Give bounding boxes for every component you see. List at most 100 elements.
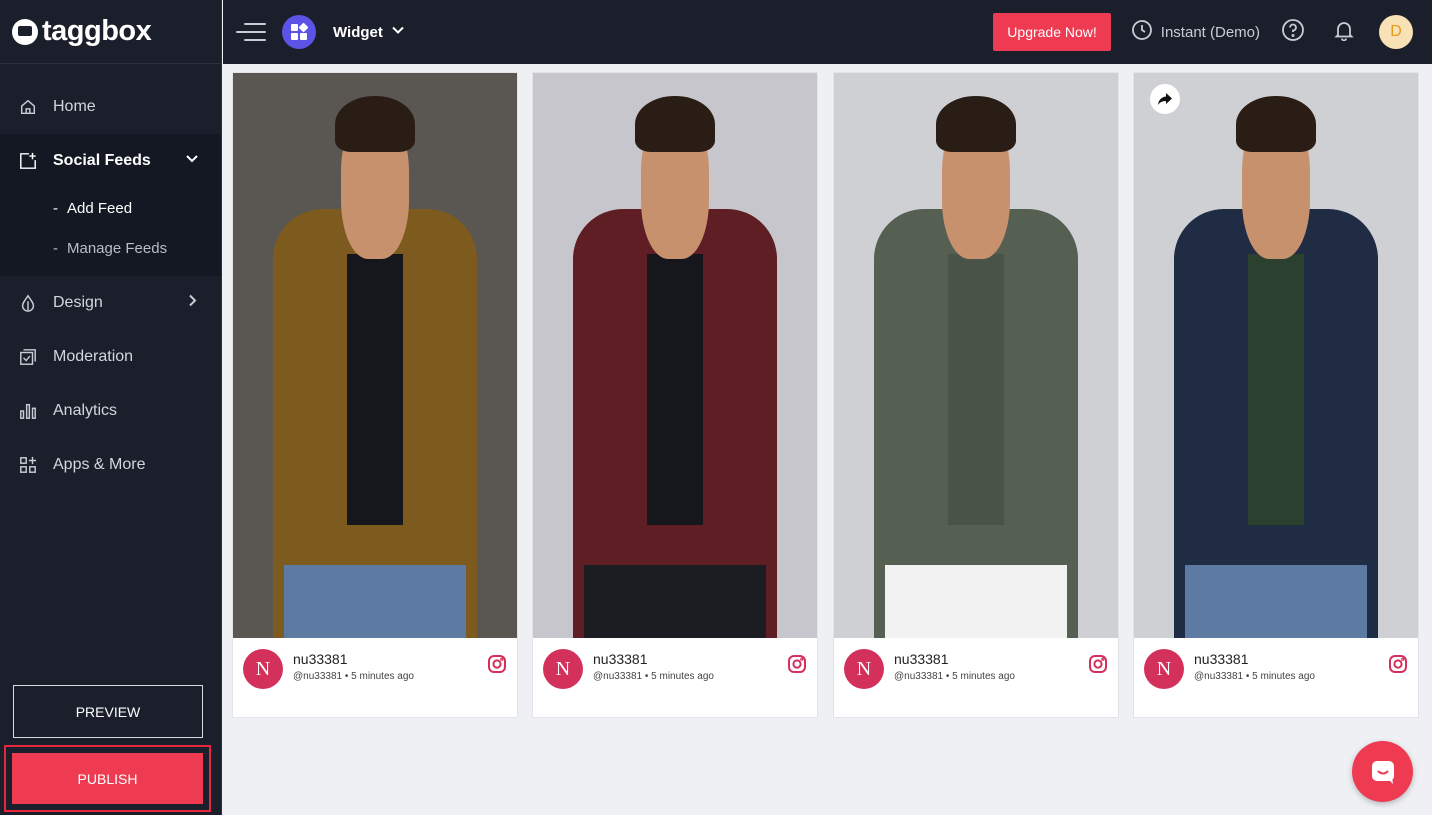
social-feeds-submenu: - Add Feed - Manage Feeds [0, 188, 221, 276]
sidebar-subitem-manage-feeds[interactable]: - Manage Feeds [0, 228, 221, 268]
post-image[interactable] [533, 73, 817, 638]
top-right-actions: Upgrade Now! Instant (Demo) D [993, 0, 1432, 64]
instagram-icon[interactable] [487, 654, 507, 679]
shirt-shape [646, 253, 704, 525]
hair-shape [1236, 95, 1316, 153]
add-feed-icon [18, 151, 38, 171]
jeans-shape [885, 564, 1067, 638]
author-handle-time: @nu33381 • 5 minutes ago [593, 671, 714, 682]
chat-launcher-icon[interactable] [1352, 741, 1413, 802]
sidebar-item-label: Design [53, 294, 103, 311]
post-image[interactable] [233, 73, 517, 638]
post-time: 5 minutes ago [351, 671, 414, 682]
sidebar-item-label: Social Feeds [53, 152, 151, 169]
hair-shape [335, 95, 415, 153]
author-avatar[interactable]: N [844, 649, 884, 689]
author-avatar[interactable]: N [1144, 649, 1184, 689]
sidebar-item-home[interactable]: Home [0, 80, 221, 134]
dash-icon: - [53, 199, 58, 217]
post-image[interactable] [834, 73, 1118, 638]
author-avatar[interactable]: N [243, 649, 283, 689]
menu-line [244, 23, 266, 25]
taggbox-logo[interactable]: taggbox [0, 0, 221, 64]
moderation-icon [18, 347, 38, 367]
chevron-right-icon [185, 294, 199, 313]
author-name[interactable]: nu33381 [1194, 651, 1249, 667]
chevron-down-icon [185, 152, 199, 171]
author-handle: @nu33381 [593, 671, 643, 682]
author-avatar[interactable]: N [543, 649, 583, 689]
sidebar-item-label: Moderation [53, 348, 134, 365]
top-bar: Widget Upgrade Now! Instant (Demo) D [223, 0, 1432, 64]
sidebar-item-label: Analytics [53, 402, 118, 419]
author-handle: @nu33381 [293, 671, 343, 682]
publish-button[interactable]: PUBLISH [12, 753, 203, 804]
home-icon [18, 97, 38, 117]
author-handle-time: @nu33381 • 5 minutes ago [293, 671, 414, 682]
menu-line [236, 31, 266, 33]
sidebar-subitem-add-feed[interactable]: - Add Feed [0, 188, 221, 228]
clock-icon [1131, 19, 1153, 46]
analytics-icon [18, 401, 38, 421]
chevron-down-icon[interactable] [391, 23, 405, 42]
author-handle-time: @nu33381 • 5 minutes ago [1194, 671, 1315, 682]
user-avatar[interactable]: D [1379, 15, 1413, 49]
apps-icon [18, 455, 38, 475]
sidebar-subitem-label: Add Feed [67, 199, 133, 217]
instagram-icon[interactable] [787, 654, 807, 679]
preview-button[interactable]: PREVIEW [13, 685, 203, 738]
sidebar-item-social-feeds[interactable]: Social Feeds [0, 134, 221, 188]
logo-text: taggbox [42, 15, 152, 47]
author-name[interactable]: nu33381 [293, 651, 348, 667]
menu-toggle-icon[interactable] [236, 22, 266, 42]
sidebar-item-design[interactable]: Design [0, 276, 221, 330]
share-icon[interactable] [1150, 84, 1180, 114]
post-time: 5 minutes ago [952, 671, 1015, 682]
widget-selector-label[interactable]: Widget [333, 24, 383, 41]
instagram-icon[interactable] [1388, 654, 1408, 679]
author-name[interactable]: nu33381 [593, 651, 648, 667]
feed-grid: N nu33381 @nu33381 • 5 minutes ago N nu3… [223, 64, 1432, 815]
shirt-shape [346, 253, 404, 525]
widget-icon[interactable] [282, 15, 316, 49]
post-time: 5 minutes ago [1252, 671, 1315, 682]
shirt-shape [1247, 253, 1305, 525]
post-time: 5 minutes ago [651, 671, 714, 682]
jeans-shape [1185, 564, 1367, 638]
design-drop-icon [18, 293, 38, 313]
post-image[interactable] [1134, 73, 1418, 638]
shirt-shape [947, 253, 1005, 525]
author-handle: @nu33381 [1194, 671, 1244, 682]
post-meta: N nu33381 @nu33381 • 5 minutes ago [533, 638, 817, 718]
jeans-shape [584, 564, 766, 638]
post-card[interactable]: N nu33381 @nu33381 • 5 minutes ago [1133, 72, 1419, 718]
plan-status[interactable]: Instant (Demo) [1161, 24, 1260, 41]
jeans-shape [284, 564, 466, 638]
post-card[interactable]: N nu33381 @nu33381 • 5 minutes ago [532, 72, 818, 718]
bell-icon[interactable] [1333, 19, 1355, 46]
author-handle-time: @nu33381 • 5 minutes ago [894, 671, 1015, 682]
upgrade-button[interactable]: Upgrade Now! [993, 13, 1111, 51]
post-meta: N nu33381 @nu33381 • 5 minutes ago [233, 638, 517, 718]
menu-line [244, 39, 266, 41]
sidebar-subitem-label: Manage Feeds [67, 239, 168, 257]
sidebar: taggbox Home Social Feeds - Add Feed - M… [0, 0, 222, 815]
sidebar-item-label: Home [53, 98, 96, 115]
logo-icon [12, 18, 38, 45]
post-meta: N nu33381 @nu33381 • 5 minutes ago [1134, 638, 1418, 718]
author-handle: @nu33381 [894, 671, 944, 682]
sidebar-item-moderation[interactable]: Moderation [0, 330, 221, 384]
post-card[interactable]: N nu33381 @nu33381 • 5 minutes ago [232, 72, 518, 718]
sidebar-item-analytics[interactable]: Analytics [0, 384, 221, 438]
author-name[interactable]: nu33381 [894, 651, 949, 667]
instagram-icon[interactable] [1088, 654, 1108, 679]
sidebar-nav: Home Social Feeds - Add Feed - Manage Fe… [0, 64, 221, 492]
hair-shape [635, 95, 715, 153]
sidebar-item-apps-more[interactable]: Apps & More [0, 438, 221, 492]
publish-highlight: PUBLISH [4, 745, 211, 812]
help-icon[interactable] [1281, 18, 1305, 47]
post-card[interactable]: N nu33381 @nu33381 • 5 minutes ago [833, 72, 1119, 718]
post-meta: N nu33381 @nu33381 • 5 minutes ago [834, 638, 1118, 718]
dash-icon: - [53, 239, 58, 257]
hair-shape [936, 95, 1016, 153]
